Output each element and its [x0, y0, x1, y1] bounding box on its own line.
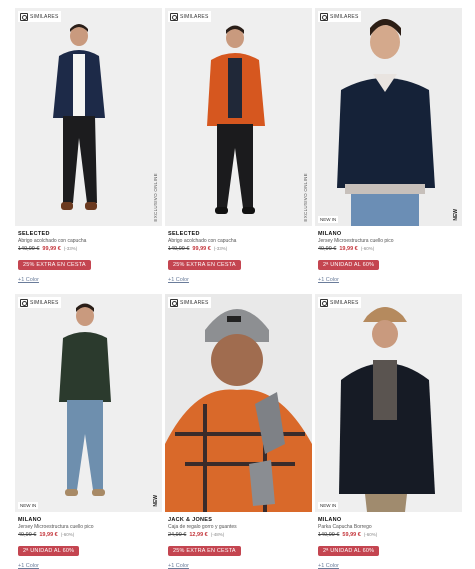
old-price: 149,99 €	[168, 246, 190, 252]
promo-badge: 2ª UNIDAD AL 60%	[318, 546, 380, 556]
product-image[interactable]: SIMILARES	[165, 294, 312, 512]
product-grid: SIMILARES EXCLUSIVO ONLINE SELECTED Abri…	[15, 8, 462, 569]
similares-button[interactable]: SIMILARES	[168, 11, 212, 22]
product-card[interactable]: SIMILARES EXCLUSIVO ONLINE SELECTED Abri…	[15, 8, 162, 286]
exclusive-tag: EXCLUSIVO ONLINE	[303, 173, 308, 222]
more-colors-link[interactable]: +1 Color	[18, 563, 162, 569]
old-price: 149,99 €	[18, 246, 40, 252]
discount-percent: (-48%)	[210, 532, 225, 537]
product-brand[interactable]: MILANO	[18, 517, 162, 524]
product-brand[interactable]: SELECTED	[168, 231, 312, 238]
more-colors-link[interactable]: +1 Color	[168, 563, 312, 569]
product-image[interactable]: SIMILARES EXCLUSIVO ONLINE	[165, 8, 312, 226]
new-in-badge: NEW IN	[318, 216, 339, 223]
similar-search-icon	[320, 298, 328, 307]
price-row: 24,99 € 12,99 € (-48%)	[168, 531, 312, 539]
similar-search-icon	[20, 298, 28, 307]
current-price: 99,99 €	[42, 246, 61, 252]
product-brand[interactable]: MILANO	[318, 231, 462, 238]
similares-button[interactable]: SIMILARES	[168, 297, 212, 308]
product-card[interactable]: SIMILARES NEW IN NEW MILANO Jersey Micro…	[15, 294, 162, 569]
more-colors-link[interactable]: +1 Color	[318, 277, 462, 283]
exclusive-tag: EXCLUSIVO ONLINE	[153, 173, 158, 222]
current-price: 19,99 €	[39, 532, 58, 538]
product-name[interactable]: Abrigo acolchado con capucha	[168, 238, 312, 245]
price-row: 149,99 € 99,99 € (-33%)	[18, 245, 162, 253]
old-price: 49,99 €	[318, 246, 337, 252]
similares-button[interactable]: SIMILARES	[318, 11, 362, 22]
product-card[interactable]: SIMILARES EXCLUSIVO ONLINE SELECTED Abri…	[165, 8, 312, 286]
similares-button[interactable]: SIMILARES	[318, 297, 362, 308]
discount-percent: (-60%)	[363, 532, 378, 537]
new-in-badge: NEW IN	[318, 502, 339, 509]
price-row: 149,99 € 59,99 € (-60%)	[318, 531, 462, 539]
similar-search-icon	[20, 12, 28, 21]
similar-search-icon	[170, 12, 178, 21]
product-card[interactable]: SIMILARES NEW IN MILANO Parka Capucha Bo…	[315, 294, 462, 569]
similar-search-icon	[320, 12, 328, 21]
product-image[interactable]: SIMILARES NEW IN NEW	[315, 8, 462, 226]
product-image[interactable]: SIMILARES NEW IN	[315, 294, 462, 512]
product-brand[interactable]: MILANO	[318, 517, 462, 524]
product-name[interactable]: Abrigo acolchado con capucha	[18, 238, 162, 245]
discount-percent: (-33%)	[213, 246, 228, 251]
new-in-badge: NEW IN	[18, 502, 39, 509]
current-price: 59,99 €	[342, 532, 361, 538]
product-name[interactable]: Jersey Microestructura cuello pico	[318, 238, 462, 245]
current-price: 19,99 €	[339, 246, 358, 252]
discount-percent: (-60%)	[360, 246, 375, 251]
new-vertical-tag: NEW	[453, 209, 459, 221]
old-price: 149,99 €	[318, 532, 340, 538]
similares-button[interactable]: SIMILARES	[18, 11, 62, 22]
product-brand[interactable]: SELECTED	[18, 231, 162, 238]
product-brand[interactable]: JACK & JONES	[168, 517, 312, 524]
price-row: 49,99 € 19,99 € (-60%)	[18, 531, 162, 539]
product-name[interactable]: Caja de regalo gorro y guantes	[168, 524, 312, 531]
product-image[interactable]: SIMILARES EXCLUSIVO ONLINE	[15, 8, 162, 226]
product-name[interactable]: Jersey Microestructura cuello pico	[18, 524, 162, 531]
more-colors-link[interactable]: +1 Color	[168, 277, 312, 283]
similares-button[interactable]: SIMILARES	[18, 297, 62, 308]
similar-search-icon	[170, 298, 178, 307]
promo-badge: 25% EXTRA EN CESTA	[168, 546, 241, 556]
promo-badge: 2ª UNIDAD AL 60%	[318, 260, 380, 270]
more-colors-link[interactable]: +1 Color	[318, 563, 462, 569]
promo-badge: 2ª UNIDAD AL 60%	[18, 546, 80, 556]
product-card[interactable]: SIMILARES JACK & JONES Caja de regalo go…	[165, 294, 312, 569]
discount-percent: (-33%)	[63, 246, 78, 251]
product-card[interactable]: SIMILARES NEW IN NEW MILANO Jersey Micro…	[315, 8, 462, 286]
old-price: 24,99 €	[168, 532, 187, 538]
promo-badge: 25% EXTRA EN CESTA	[168, 260, 241, 270]
new-vertical-tag: NEW	[153, 495, 159, 507]
old-price: 49,99 €	[18, 532, 37, 538]
discount-percent: (-60%)	[60, 532, 75, 537]
promo-badge: 25% EXTRA EN CESTA	[18, 260, 91, 270]
current-price: 99,99 €	[192, 246, 211, 252]
price-row: 49,99 € 19,99 € (-60%)	[318, 245, 462, 253]
price-row: 149,99 € 99,99 € (-33%)	[168, 245, 312, 253]
more-colors-link[interactable]: +1 Color	[18, 277, 162, 283]
product-name[interactable]: Parka Capucha Borrego	[318, 524, 462, 531]
current-price: 12,99 €	[189, 532, 208, 538]
product-image[interactable]: SIMILARES NEW IN NEW	[15, 294, 162, 512]
